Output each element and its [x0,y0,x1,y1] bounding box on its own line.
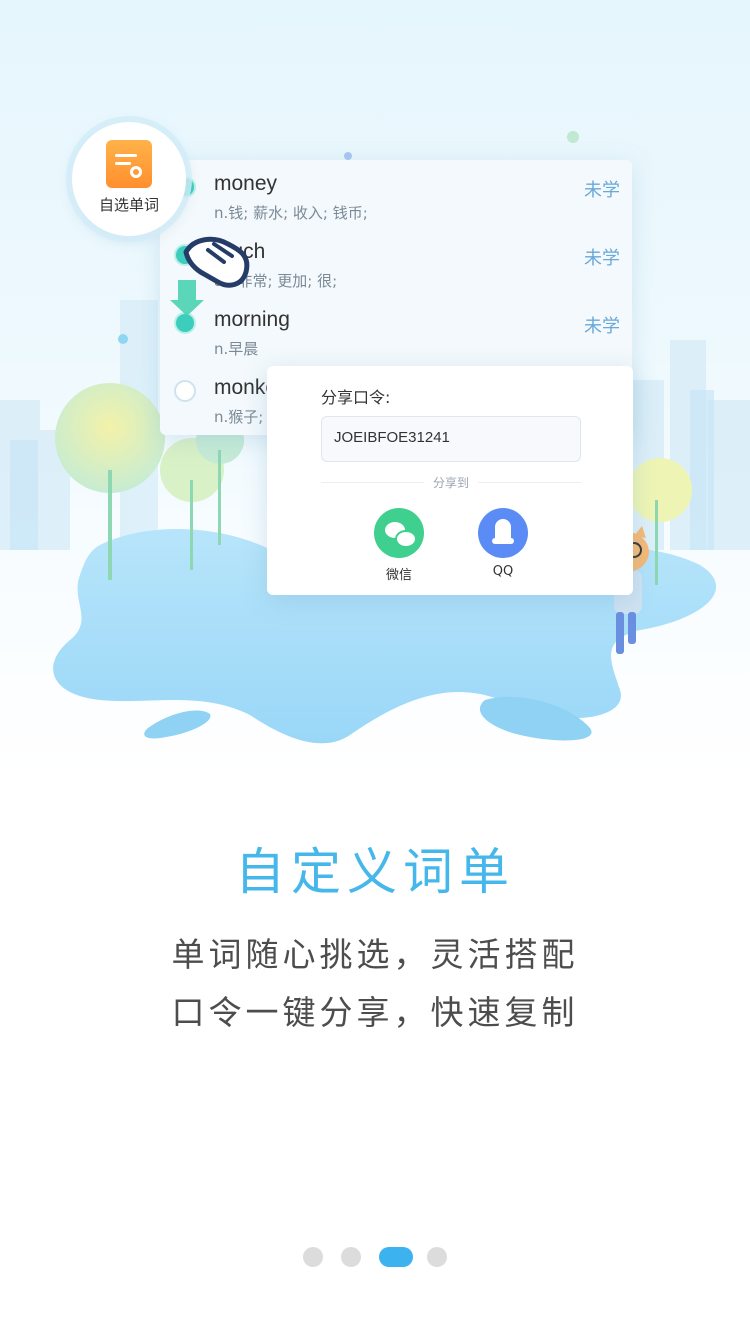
word-meaning: n.猴子; [214,408,264,426]
page-indicator [0,1246,750,1268]
feature-description-line: 单词随心挑选，灵活搭配 [171,935,579,974]
pointing-hand-icon [170,236,250,316]
page-dot-active[interactable] [379,1247,413,1267]
share-code-field[interactable]: JOEIBFOE31241 [321,416,581,462]
share-wechat-button[interactable]: 微信 [369,508,429,588]
share-target-label: QQ [492,564,514,579]
custom-word-badge: 自选单词 [72,122,186,236]
word-status: 未学 [584,248,620,269]
qq-icon [478,508,528,558]
page-dot[interactable] [303,1247,323,1267]
feature-title: 自定义词单 [235,843,515,901]
word-text: money [214,172,278,195]
word-status: 未学 [584,316,620,337]
wechat-icon [374,508,424,558]
share-qq-button[interactable]: QQ [473,508,533,588]
word-meaning: n.钱; 薪水; 收入; 钱币; [214,204,368,222]
share-panel: 分享口令: JOEIBFOE31241 分享到 微信 QQ [267,366,633,595]
word-row[interactable]: money n.钱; 薪水; 收入; 钱币; 未学 [160,160,632,226]
word-status: 未学 [584,180,620,201]
document-search-icon [106,140,152,188]
share-title: 分享口令: [321,388,391,407]
decor-dot [567,131,579,143]
badge-label: 自选单词 [98,196,159,214]
share-to-label: 分享到 [424,474,478,491]
page-dot[interactable] [341,1247,361,1267]
word-checkbox[interactable] [174,380,196,402]
share-target-label: 微信 [385,568,412,583]
feature-description-line: 口令一键分享，快速复制 [171,993,579,1032]
decor-dot [118,334,128,344]
decor-dot [344,152,352,160]
page-dot[interactable] [427,1247,447,1267]
